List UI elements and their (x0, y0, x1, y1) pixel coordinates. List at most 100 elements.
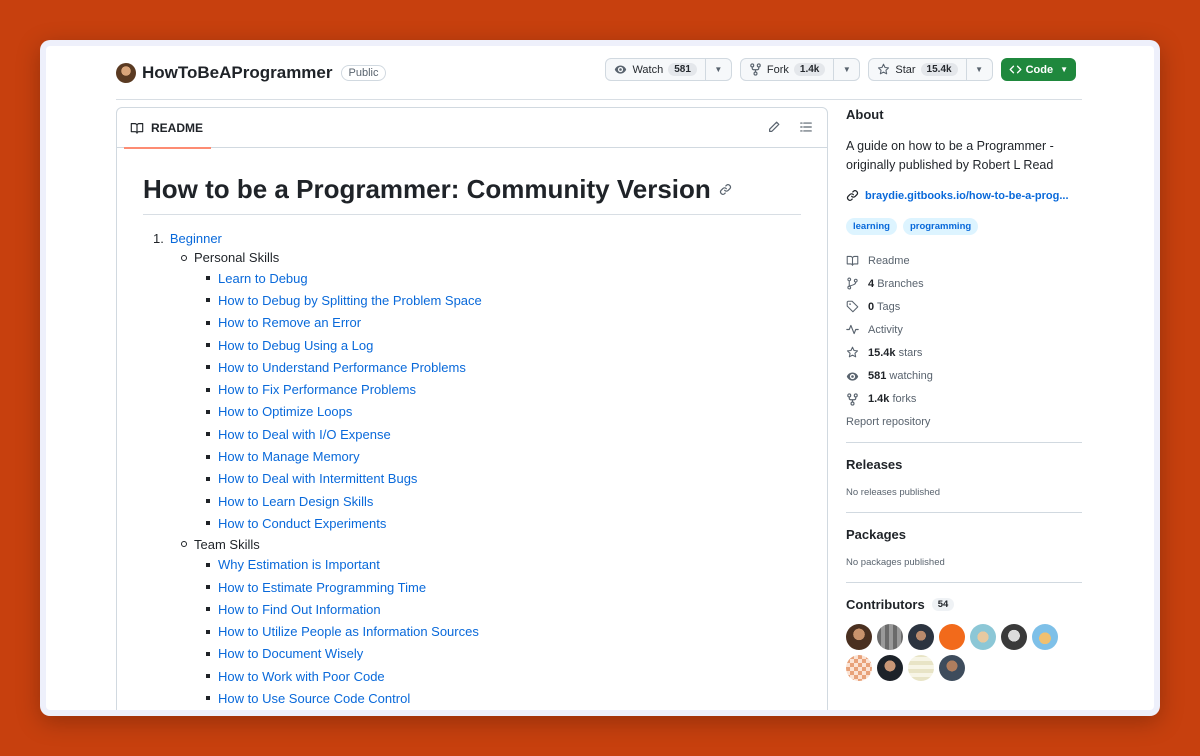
stat-branches[interactable]: 4 Branches (846, 272, 1082, 295)
fork-icon (846, 393, 859, 406)
watch-dropdown[interactable]: ▼ (704, 59, 731, 80)
toc-item: How to Document Wisely (143, 643, 801, 665)
contributors-header: Contributors 54 (846, 597, 1082, 612)
outline-list-icon[interactable] (799, 120, 813, 134)
chevron-down-icon: ▼ (842, 65, 851, 74)
avatar[interactable] (846, 623, 872, 650)
book-icon (846, 254, 859, 267)
contributors-heading[interactable]: Contributors (846, 597, 925, 612)
toc-group-title: Team Skills (143, 535, 801, 554)
toc-link[interactable]: How to Understand Performance Problems (218, 360, 466, 375)
toc-link[interactable]: How to Remove an Error (218, 315, 361, 330)
watch-button[interactable]: Watch 581 (606, 59, 704, 80)
topics: learning programming (846, 218, 1082, 235)
toc-link[interactable]: How to Learn Design Skills (218, 494, 373, 509)
toc-section-number: 1. (153, 231, 164, 246)
toc-link[interactable]: How to Debug Using a Log (218, 338, 373, 353)
avatar[interactable] (846, 654, 872, 681)
avatar[interactable] (939, 654, 965, 681)
repo-sidebar: About A guide on how to be a Programmer … (846, 107, 1082, 681)
caret-down-icon: ▼ (1060, 65, 1068, 74)
star-button[interactable]: Star 15.4k (869, 59, 965, 80)
tags-count: 0 (868, 300, 875, 313)
avatar[interactable] (939, 623, 965, 650)
toc-link[interactable]: How to Use Source Code Control (218, 691, 410, 706)
toc-group-title: Personal Skills (143, 248, 801, 267)
pulse-icon (846, 323, 859, 336)
repo-name[interactable]: HowToBeAProgrammer (142, 63, 333, 83)
toc-link[interactable]: How to Work with Poor Code (218, 669, 385, 684)
toc-link[interactable]: How to Estimate Programming Time (218, 580, 426, 595)
tag-icon (846, 300, 859, 313)
toc-link[interactable]: How to Debug by Splitting the Problem Sp… (218, 293, 482, 308)
link-icon[interactable] (719, 183, 732, 196)
visibility-badge: Public (340, 64, 387, 81)
homepage-link[interactable]: braydie.gitbooks.io/how-to-be-a-prog... (846, 189, 1082, 202)
repo-stats: Readme 4 Branches 0 Tags Activity 15.4k … (846, 249, 1082, 434)
stat-activity[interactable]: Activity (846, 318, 1082, 341)
stars-label: stars (898, 346, 923, 359)
releases-heading[interactable]: Releases (846, 457, 1082, 472)
toc-link[interactable]: How to Document Wisely (218, 646, 363, 661)
watching-count: 581 (868, 370, 887, 383)
avatar[interactable] (970, 623, 996, 650)
stat-tags[interactable]: 0 Tags (846, 295, 1082, 318)
stat-watching[interactable]: 581 watching (846, 364, 1082, 387)
stat-readme[interactable]: Readme (846, 249, 1082, 272)
avatar[interactable] (1001, 623, 1027, 650)
stat-stars-text: 15.4k stars (868, 347, 922, 359)
sidebar-divider (846, 511, 1082, 513)
pencil-icon[interactable] (767, 120, 781, 134)
toc-item: How to Fix Performance Problems (143, 378, 801, 400)
stat-tags-text: 0 Tags (868, 301, 900, 313)
toc-link[interactable]: How to Deal with I/O Expense (218, 427, 391, 442)
fork-button-group: Fork 1.4k ▼ (739, 58, 861, 81)
toc-item: How to Use Source Code Control (143, 687, 801, 709)
code-button[interactable]: Code ▼ (1000, 58, 1076, 81)
toc-link-beginner[interactable]: Beginner (170, 231, 222, 246)
homepage-link-text: braydie.gitbooks.io/how-to-be-a-prog... (865, 189, 1069, 202)
fork-button[interactable]: Fork 1.4k (741, 59, 833, 80)
stat-forks-text: 1.4k forks (868, 393, 916, 405)
readme-tabbar: README (117, 108, 827, 149)
toc-item: How to Learn Design Skills (143, 490, 801, 512)
toc-section: 1. Beginner (143, 229, 801, 248)
toc-link[interactable]: Why Estimation is Important (218, 557, 380, 572)
toc-link[interactable]: How to Optimize Loops (218, 404, 352, 419)
readme-tab[interactable]: README (123, 108, 212, 149)
toc-item: How to Debug by Splitting the Problem Sp… (143, 289, 801, 311)
star-icon (846, 346, 859, 359)
toc-link[interactable]: How to Find Out Information (218, 602, 381, 617)
avatar[interactable] (908, 654, 934, 681)
star-dropdown[interactable]: ▼ (965, 59, 992, 80)
fork-dropdown[interactable]: ▼ (833, 59, 859, 80)
toc-item: How to Understand Performance Problems (143, 356, 801, 378)
avatar[interactable] (1032, 623, 1058, 650)
toc-link[interactable]: How to Deal with Intermittent Bugs (218, 471, 417, 486)
avatar[interactable] (877, 654, 903, 681)
code-label: Code (1025, 63, 1054, 76)
readme-tools (767, 120, 813, 134)
readme-title-text: How to be a Programmer: Community Versio… (143, 174, 711, 204)
avatar[interactable] (877, 623, 903, 650)
avatar[interactable] (908, 623, 934, 650)
stat-stars[interactable]: 15.4k stars (846, 341, 1082, 364)
report-repository-link[interactable]: Report repository (846, 411, 1082, 434)
packages-heading[interactable]: Packages (846, 527, 1082, 542)
chevron-down-icon: ▼ (714, 65, 723, 74)
toc-link[interactable]: Learn to Debug (218, 271, 308, 286)
chevron-down-icon: ▼ (975, 65, 984, 74)
stat-forks[interactable]: 1.4k forks (846, 388, 1082, 411)
toc-link[interactable]: How to Fix Performance Problems (218, 382, 416, 397)
owner-avatar[interactable] (116, 62, 136, 83)
stars-count: 15.4k (868, 346, 896, 359)
branches-count: 4 (868, 277, 875, 290)
toc-link[interactable]: How to Manage Memory (218, 449, 360, 464)
toc-item: How to Debug Using a Log (143, 334, 801, 356)
toc-link[interactable]: How to Conduct Experiments (218, 516, 386, 531)
star-label: Star (895, 63, 916, 76)
toc-link[interactable]: How to Utilize People as Information Sou… (218, 624, 479, 639)
topic-learning[interactable]: learning (846, 218, 897, 235)
readme-panel: README How to be a Programmer: Community… (116, 107, 828, 710)
topic-programming[interactable]: programming (902, 218, 979, 235)
